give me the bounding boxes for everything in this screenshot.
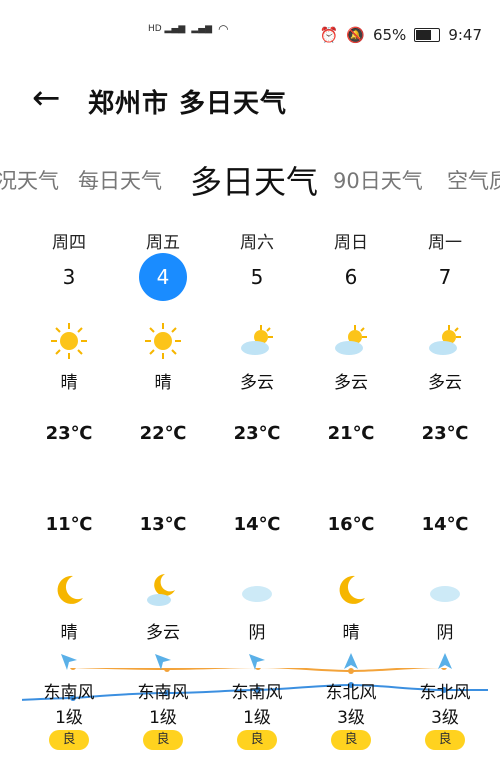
day-of-week: 周日	[334, 233, 368, 253]
high-temp: 23℃	[45, 423, 93, 444]
date-number-selected: 4	[139, 253, 187, 301]
wind-level: 1级	[243, 708, 271, 728]
partly-cloudy-icon	[241, 325, 273, 355]
mute-icon: 🔕	[346, 26, 365, 44]
low-temp: 14℃	[233, 514, 281, 535]
wind-level: 3级	[431, 708, 459, 728]
day-of-week: 周六	[240, 233, 274, 253]
night-condition: 晴	[342, 623, 360, 643]
day-condition: 多云	[240, 373, 274, 393]
night-condition: 晴	[60, 623, 78, 643]
low-temp: 16℃	[327, 514, 375, 535]
wind-direction: 东南风	[231, 683, 283, 703]
wind-level: 1级	[149, 708, 177, 728]
wind-direction: 东北风	[325, 683, 377, 703]
aqi-badge: 良	[237, 730, 277, 750]
overcast-cloud-icon	[242, 586, 272, 602]
night-condition: 阴	[436, 623, 454, 643]
high-temp: 22℃	[139, 423, 187, 444]
day-condition: 多云	[428, 373, 462, 393]
tab-daily-weather[interactable]: 每日天气	[78, 165, 162, 195]
partly-cloudy-icon	[429, 325, 461, 355]
wind-level: 3级	[337, 708, 365, 728]
day-condition: 晴	[60, 373, 78, 393]
date-number: 7	[438, 265, 452, 289]
wind-direction-icon	[438, 653, 452, 669]
signal-icon: ▂▄▆	[191, 24, 213, 34]
night-condition: 多云	[146, 623, 180, 643]
back-arrow-icon[interactable]: ←	[32, 81, 61, 115]
sun-icon	[51, 323, 87, 359]
battery-icon	[414, 28, 441, 42]
status-right: ⏰ 🔕 65% 9:47	[320, 26, 482, 44]
day-of-week: 周一	[428, 233, 462, 253]
wind-direction-icon	[61, 654, 77, 670]
day-of-week: 周四	[52, 233, 86, 253]
tab-90-day-weather[interactable]: 90日天气	[333, 165, 423, 195]
wind-direction: 东北风	[419, 683, 471, 703]
wind-direction-icon	[249, 654, 265, 670]
signal-indicators: HD ▂▄▆ ▂▄▆ ◠	[148, 22, 229, 36]
wifi-icon: ◠	[218, 22, 229, 36]
signal-icon: HD ▂▄▆	[148, 24, 186, 34]
sun-icon	[145, 323, 181, 359]
date-number: 3	[62, 265, 76, 289]
high-temp: 21℃	[327, 423, 375, 444]
tab-bar: 况天气 每日天气 多日天气 90日天气 空气质	[0, 155, 500, 205]
aqi-badge: 良	[425, 730, 465, 750]
aqi-badge: 良	[143, 730, 183, 750]
moon-icon	[339, 575, 365, 604]
wind-direction-icon	[344, 653, 358, 669]
high-temp: 23℃	[421, 423, 469, 444]
wind-direction: 东南风	[137, 683, 189, 703]
high-temp: 23℃	[233, 423, 281, 444]
date-number: 6	[344, 265, 358, 289]
moon-cloud-icon	[147, 574, 175, 606]
page-title: 郑州市 多日天气	[88, 89, 288, 119]
clock: 9:47	[448, 26, 482, 44]
low-temp: 11℃	[45, 514, 93, 535]
low-temp: 14℃	[421, 514, 469, 535]
day-condition: 晴	[154, 373, 172, 393]
battery-percent: 65%	[372, 26, 407, 44]
status-bar: HD ▂▄▆ ▂▄▆ ◠ ⏰ 🔕 65% 9:47	[0, 0, 500, 70]
tab-live-weather[interactable]: 况天气	[0, 165, 59, 195]
tab-multi-day-weather[interactable]: 多日天气	[190, 157, 318, 203]
date-number: 5	[250, 265, 264, 289]
header: ← 郑州市 多日天气	[0, 75, 500, 125]
wind-direction-icon	[155, 654, 171, 670]
day-of-week: 周五	[146, 233, 180, 253]
aqi-badge: 良	[49, 730, 89, 750]
overcast-cloud-icon	[430, 586, 460, 602]
wind-level: 1级	[55, 708, 83, 728]
alarm-icon: ⏰	[319, 26, 339, 44]
partly-cloudy-icon	[335, 325, 367, 355]
moon-icon	[57, 575, 83, 604]
wind-direction: 东南风	[43, 683, 95, 703]
night-condition: 阴	[248, 623, 266, 643]
day-condition: 多云	[334, 373, 368, 393]
tab-air-quality[interactable]: 空气质	[447, 165, 500, 195]
low-temp: 13℃	[139, 514, 187, 535]
aqi-badge: 良	[331, 730, 371, 750]
